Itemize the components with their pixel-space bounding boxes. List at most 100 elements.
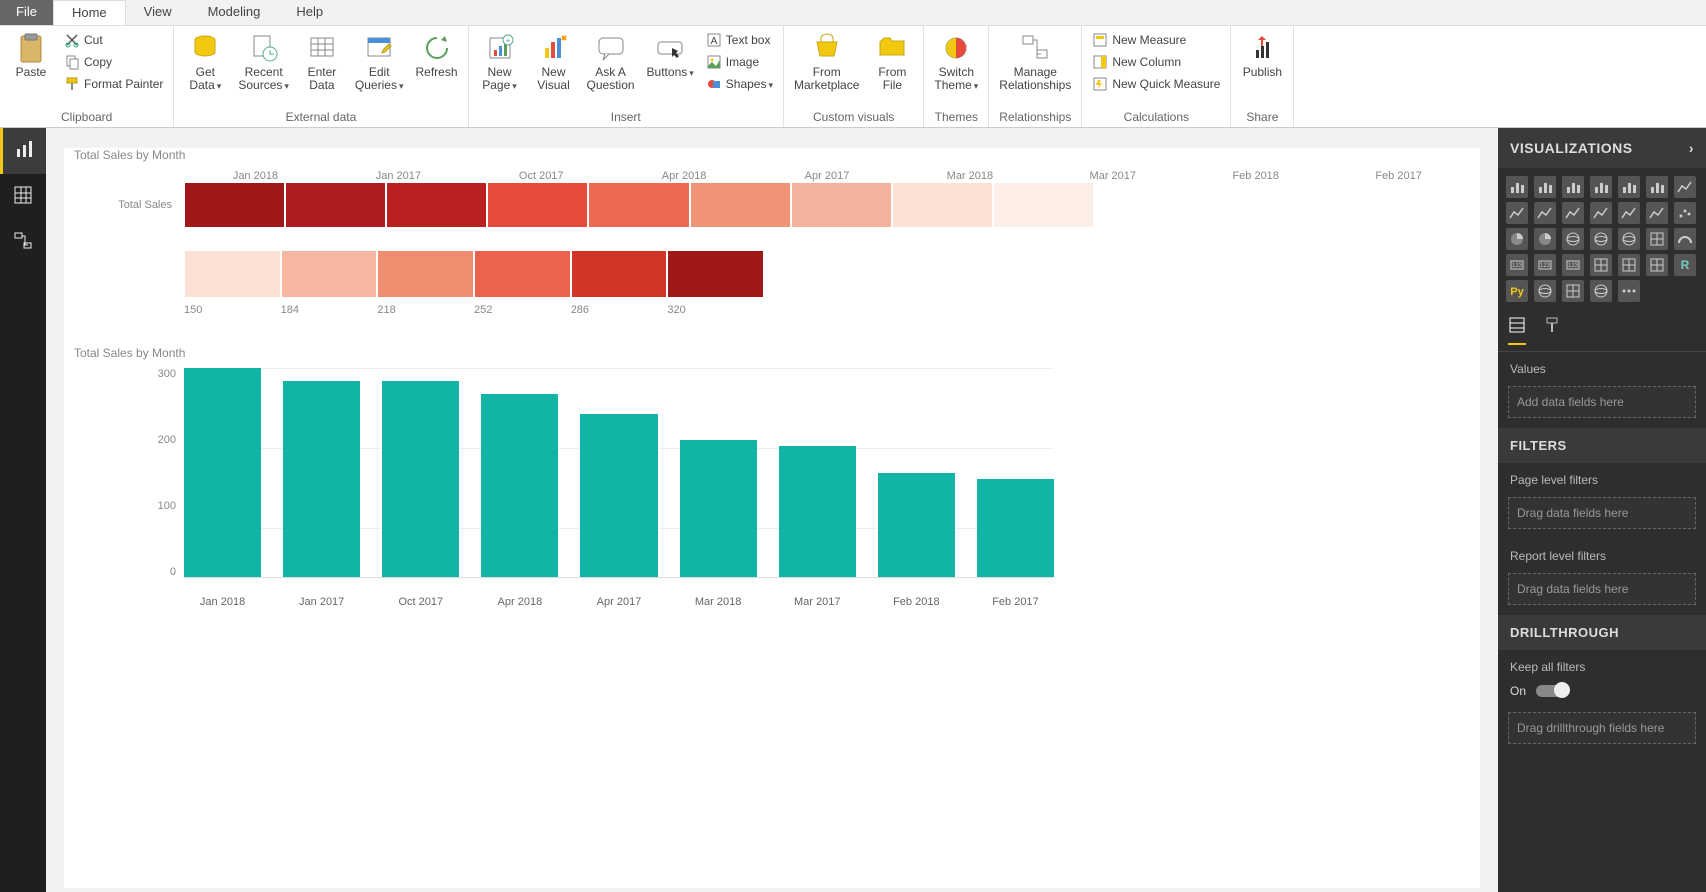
viz-tile-line-stacked[interactable] xyxy=(1590,202,1612,224)
switch-theme-button[interactable]: SwitchTheme xyxy=(930,28,982,97)
format-painter-button[interactable]: Format Painter xyxy=(60,74,167,94)
ribbon-label-external-data: External data xyxy=(180,108,461,127)
viz-tile-multi-card[interactable]: 123 xyxy=(1534,254,1556,276)
enter-data-button[interactable]: EnterData xyxy=(297,28,347,96)
viz-tile-more[interactable] xyxy=(1618,280,1640,302)
bar[interactable] xyxy=(977,479,1054,577)
bar[interactable] xyxy=(283,381,360,577)
viz-tile-card[interactable]: 123 xyxy=(1506,254,1528,276)
heatmap-cell[interactable] xyxy=(791,182,892,228)
viz-tile-stacked-area[interactable] xyxy=(1534,202,1556,224)
bar[interactable] xyxy=(481,394,558,577)
viz-tile-area[interactable] xyxy=(1506,202,1528,224)
viz-tile-stacked-column[interactable] xyxy=(1618,176,1640,198)
new-column-button[interactable]: New Column xyxy=(1088,52,1224,72)
viz-tile-slicer[interactable] xyxy=(1590,254,1612,276)
viz-tile-ribbon[interactable] xyxy=(1618,202,1640,224)
viz-tile-r-visual[interactable]: R xyxy=(1674,254,1696,276)
new-measure-button[interactable]: New Measure xyxy=(1088,30,1224,50)
viz-tile-pie[interactable] xyxy=(1506,228,1528,250)
drillthrough-drop[interactable]: Drag drillthrough fields here xyxy=(1508,712,1696,744)
format-painter-icon xyxy=(64,76,80,92)
viz-tile-filled-map[interactable] xyxy=(1618,228,1640,250)
tab-home[interactable]: Home xyxy=(53,0,126,25)
bar[interactable] xyxy=(580,414,657,577)
viz-tile-donut[interactable] xyxy=(1534,228,1556,250)
visualizations-header[interactable]: VISUALIZATIONS › xyxy=(1498,128,1706,168)
tab-modeling[interactable]: Modeling xyxy=(190,0,279,25)
viz-tile-stacked-bar[interactable] xyxy=(1506,176,1528,198)
viz-tile-shape-map[interactable] xyxy=(1590,280,1612,302)
from-file-button[interactable]: FromFile xyxy=(867,28,917,96)
viz-tile-matrix[interactable] xyxy=(1646,254,1668,276)
heatmap-cell[interactable] xyxy=(588,182,689,228)
fields-tab[interactable] xyxy=(1508,316,1526,345)
ask-question-button[interactable]: Ask AQuestion xyxy=(583,28,639,96)
barchart-visual[interactable]: Total Sales by Month 3002001000 Jan 2018… xyxy=(74,346,1470,608)
viz-tile-map[interactable] xyxy=(1590,228,1612,250)
drillthrough-header[interactable]: DRILLTHROUGH xyxy=(1498,615,1706,650)
image-button[interactable]: Image xyxy=(702,52,777,72)
edit-queries-button[interactable]: EditQueries xyxy=(351,28,408,97)
tab-file[interactable]: File xyxy=(0,0,53,25)
viz-tile-line[interactable] xyxy=(1674,176,1696,198)
viz-tile-stacked-column-100[interactable] xyxy=(1646,176,1668,198)
report-filters-drop[interactable]: Drag data fields here xyxy=(1508,573,1696,605)
bar[interactable] xyxy=(184,368,261,577)
viz-tile-clustered-column[interactable] xyxy=(1590,176,1612,198)
viz-tile-treemap[interactable] xyxy=(1562,228,1584,250)
refresh-button[interactable]: Refresh xyxy=(411,28,461,83)
page-filters-drop[interactable]: Drag data fields here xyxy=(1508,497,1696,529)
viz-tile-py-visual[interactable]: Py xyxy=(1506,280,1528,302)
heatmap-cell[interactable] xyxy=(386,182,487,228)
text-box-button[interactable]: AText box xyxy=(702,30,777,50)
heatmap-cell[interactable] xyxy=(892,182,993,228)
bar-x-label: Apr 2017 xyxy=(580,596,657,608)
bar[interactable] xyxy=(382,381,459,577)
tab-view[interactable]: View xyxy=(126,0,190,25)
bar[interactable] xyxy=(680,440,757,577)
bar[interactable] xyxy=(878,473,955,578)
new-page-button[interactable]: +NewPage xyxy=(475,28,525,97)
keep-all-toggle[interactable] xyxy=(1536,685,1568,697)
viz-tile-line-clustered[interactable] xyxy=(1562,202,1584,224)
tab-help[interactable]: Help xyxy=(278,0,341,25)
bar[interactable] xyxy=(779,446,856,577)
viz-tile-arcgis[interactable] xyxy=(1534,280,1556,302)
recent-sources-button[interactable]: RecentSources xyxy=(234,28,293,97)
heatmap-cell[interactable] xyxy=(184,182,285,228)
format-tab[interactable] xyxy=(1544,316,1562,345)
copy-button[interactable]: Copy xyxy=(60,52,167,72)
viz-tile-gauge[interactable] xyxy=(1674,228,1696,250)
buttons-button[interactable]: Buttons xyxy=(643,28,698,84)
filters-header[interactable]: FILTERS xyxy=(1498,428,1706,463)
barchart-title: Total Sales by Month xyxy=(74,346,1470,360)
viz-tile-table[interactable] xyxy=(1618,254,1640,276)
viz-tile-clustered-bar[interactable] xyxy=(1534,176,1556,198)
viz-tile-kpi[interactable]: 123 xyxy=(1562,254,1584,276)
get-data-button[interactable]: GetData xyxy=(180,28,230,97)
viz-tile-funnel[interactable] xyxy=(1646,228,1668,250)
manage-relationships-button[interactable]: ManageRelationships xyxy=(995,28,1075,96)
new-quick-measure-button[interactable]: New Quick Measure xyxy=(1088,74,1224,94)
heatmap-cell[interactable] xyxy=(690,182,791,228)
new-visual-button[interactable]: NewVisual xyxy=(529,28,579,96)
cut-button[interactable]: Cut xyxy=(60,30,167,50)
heatmap-cell[interactable] xyxy=(487,182,588,228)
heatmap-cell[interactable] xyxy=(285,182,386,228)
publish-button[interactable]: Publish xyxy=(1237,28,1287,83)
viz-tile-scatter[interactable] xyxy=(1674,202,1696,224)
nav-report-view[interactable] xyxy=(0,128,46,174)
viz-tile-key-inf[interactable] xyxy=(1562,280,1584,302)
viz-tile-waterfall[interactable] xyxy=(1646,202,1668,224)
viz-tile-stacked-bar-100[interactable] xyxy=(1562,176,1584,198)
heatmap-visual[interactable]: Total Sales by Month Jan 2018Jan 2017Oct… xyxy=(74,148,1470,316)
canvas-area[interactable]: Total Sales by Month Jan 2018Jan 2017Oct… xyxy=(46,128,1498,892)
paste-button[interactable]: Paste xyxy=(6,28,56,83)
heatmap-cell[interactable] xyxy=(993,182,1094,228)
nav-data-view[interactable] xyxy=(0,174,46,220)
nav-model-view[interactable] xyxy=(0,220,46,266)
from-marketplace-button[interactable]: FromMarketplace xyxy=(790,28,863,96)
shapes-button[interactable]: Shapes xyxy=(702,74,777,94)
values-drop[interactable]: Add data fields here xyxy=(1508,386,1696,418)
